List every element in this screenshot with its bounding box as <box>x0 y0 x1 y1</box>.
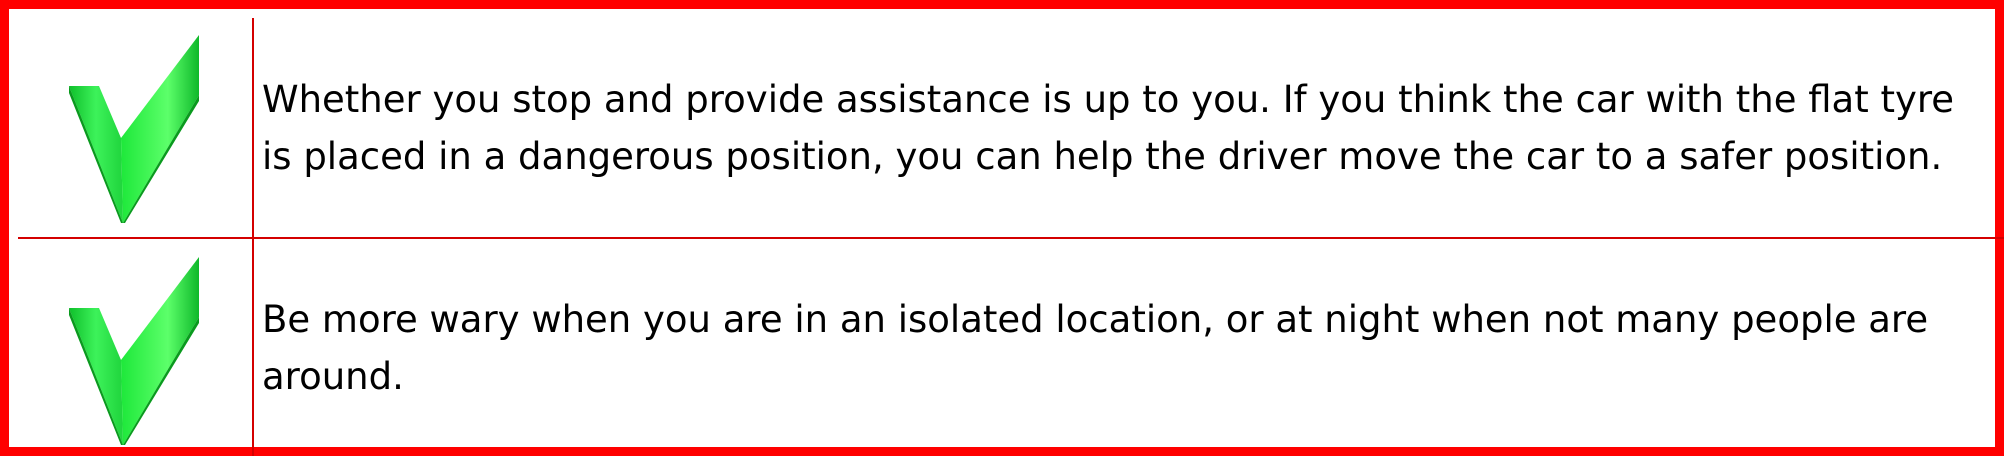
text-cell: Be more wary when you are in an isolated… <box>262 239 1994 456</box>
checkmark-icon <box>69 35 199 223</box>
answer-table: Whether you stop and provide assistance … <box>0 0 2004 456</box>
checkmark-icon <box>69 257 199 445</box>
text-cell: Whether you stop and provide assistance … <box>262 18 1994 237</box>
answer-text: Be more wary when you are in an isolated… <box>262 297 1929 398</box>
icon-cell <box>18 239 254 456</box>
answer-text: Whether you stop and provide assistance … <box>262 77 1955 178</box>
table-row: Whether you stop and provide assistance … <box>18 18 2004 237</box>
table-row: Be more wary when you are in an isolated… <box>18 237 2004 456</box>
icon-cell <box>18 18 254 237</box>
